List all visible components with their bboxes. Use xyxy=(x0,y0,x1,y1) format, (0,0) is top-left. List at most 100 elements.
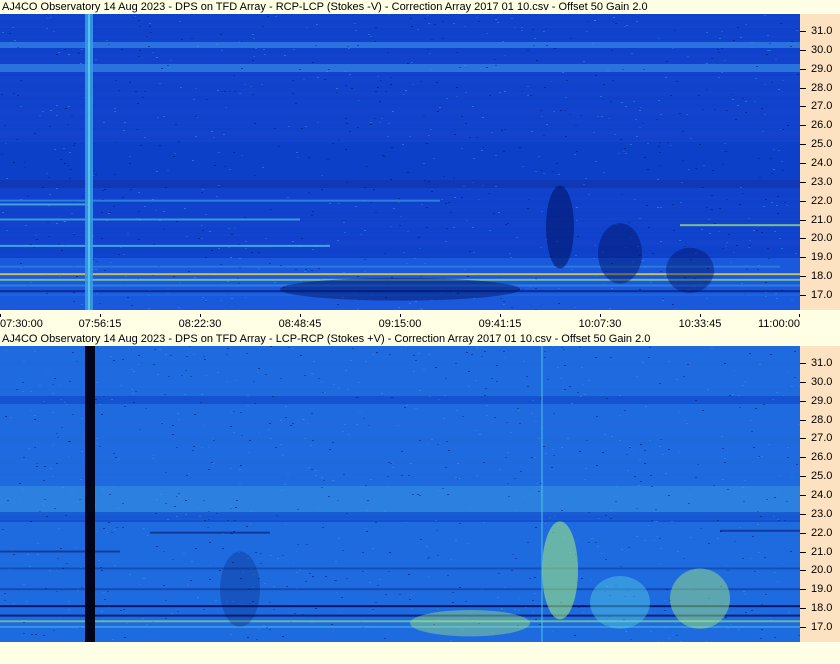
noise-speck xyxy=(619,415,621,416)
noise-speck xyxy=(620,139,622,140)
noise-speck xyxy=(372,609,374,610)
noise-speck xyxy=(611,436,613,437)
noise-speck xyxy=(254,403,256,404)
noise-speck xyxy=(408,574,410,575)
noise-speck xyxy=(426,207,428,208)
noise-speck xyxy=(218,185,220,186)
noise-speck xyxy=(760,638,762,639)
noise-speck xyxy=(114,529,116,530)
noise-speck xyxy=(538,491,540,492)
noise-speck xyxy=(429,53,431,54)
noise-speck xyxy=(332,480,334,481)
noise-speck xyxy=(123,130,125,131)
noise-speck xyxy=(172,425,174,426)
noise-speck xyxy=(20,268,22,269)
noise-speck xyxy=(47,18,49,19)
noise-speck xyxy=(759,364,761,365)
y-tick-text: 23.0 xyxy=(811,507,833,520)
y-tick-label: 28.0 xyxy=(800,414,840,426)
noise-speck xyxy=(131,305,133,306)
frequency-band xyxy=(0,374,800,376)
noise-speck xyxy=(245,297,247,298)
noise-speck xyxy=(161,423,163,424)
noise-speck xyxy=(135,391,137,392)
noise-speck xyxy=(252,60,254,61)
noise-speck xyxy=(49,126,51,127)
noise-speck xyxy=(458,478,460,479)
noise-speck xyxy=(610,510,612,511)
noise-speck xyxy=(124,122,126,123)
noise-speck xyxy=(467,276,469,277)
noise-speck xyxy=(326,71,328,72)
noise-speck xyxy=(135,91,137,92)
noise-speck xyxy=(777,196,779,197)
y-tick-text: 25.0 xyxy=(811,470,833,483)
noise-speck xyxy=(541,170,543,171)
noise-speck xyxy=(764,84,766,85)
noise-speck xyxy=(648,357,650,358)
noise-speck xyxy=(34,133,36,134)
noise-speck xyxy=(601,393,603,394)
frequency-band xyxy=(0,98,800,100)
noise-speck xyxy=(681,182,683,183)
noise-speck xyxy=(454,197,456,198)
y-tick-label: 20.0 xyxy=(800,564,840,576)
noise-speck xyxy=(122,197,124,198)
noise-speck xyxy=(58,617,60,618)
noise-speck xyxy=(290,425,292,426)
noise-speck xyxy=(96,531,98,532)
noise-speck xyxy=(503,304,505,305)
y-tick-mark xyxy=(800,144,806,146)
noise-speck xyxy=(233,75,235,76)
noise-speck xyxy=(69,152,71,153)
noise-speck xyxy=(796,464,798,465)
noise-speck xyxy=(379,579,381,580)
noise-speck xyxy=(639,110,641,111)
noise-speck xyxy=(794,377,796,378)
noise-speck xyxy=(777,213,779,214)
noise-speck xyxy=(212,438,214,439)
noise-speck xyxy=(257,372,259,373)
noise-speck xyxy=(597,546,599,547)
noise-speck xyxy=(699,144,701,145)
noise-speck xyxy=(528,199,530,200)
noise-speck xyxy=(638,485,640,486)
noise-speck xyxy=(165,187,167,188)
noise-speck xyxy=(644,540,646,541)
noise-speck xyxy=(767,248,769,249)
noise-speck xyxy=(466,352,468,353)
noise-speck xyxy=(201,394,203,395)
noise-speck xyxy=(355,206,357,207)
noise-speck xyxy=(615,501,617,502)
noise-speck xyxy=(544,351,546,352)
noise-speck xyxy=(37,543,39,544)
noise-speck xyxy=(504,357,506,358)
noise-speck xyxy=(698,95,700,96)
frequency-band xyxy=(0,398,800,400)
noise-speck xyxy=(450,212,452,213)
noise-speck xyxy=(56,463,58,464)
y-tick-text: 20.0 xyxy=(811,232,833,245)
noise-speck xyxy=(150,32,152,33)
frequency-band xyxy=(0,168,800,170)
y-tick-mark xyxy=(800,162,806,164)
noise-speck xyxy=(535,421,537,422)
noise-speck xyxy=(595,276,597,277)
noise-speck xyxy=(571,403,573,404)
frequency-band xyxy=(0,146,800,148)
noise-speck xyxy=(282,555,284,556)
noise-speck xyxy=(46,173,48,174)
noise-speck xyxy=(469,137,471,138)
noise-speck xyxy=(554,48,556,49)
noise-speck xyxy=(139,429,141,430)
frequency-axis-1: 31.0 30.0 29.0 28.0 27.0 26.0 25.0 24.0 23.0 22.0… xyxy=(800,14,840,310)
noise-speck xyxy=(725,617,727,618)
noise-speck xyxy=(538,438,540,439)
noise-speck xyxy=(211,250,213,251)
noise-speck xyxy=(702,109,704,110)
noise-speck xyxy=(176,447,178,448)
frequency-band xyxy=(0,70,800,72)
noise-speck xyxy=(138,239,140,240)
y-tick-label: 18.0 xyxy=(800,270,840,282)
noise-speck xyxy=(444,395,446,396)
